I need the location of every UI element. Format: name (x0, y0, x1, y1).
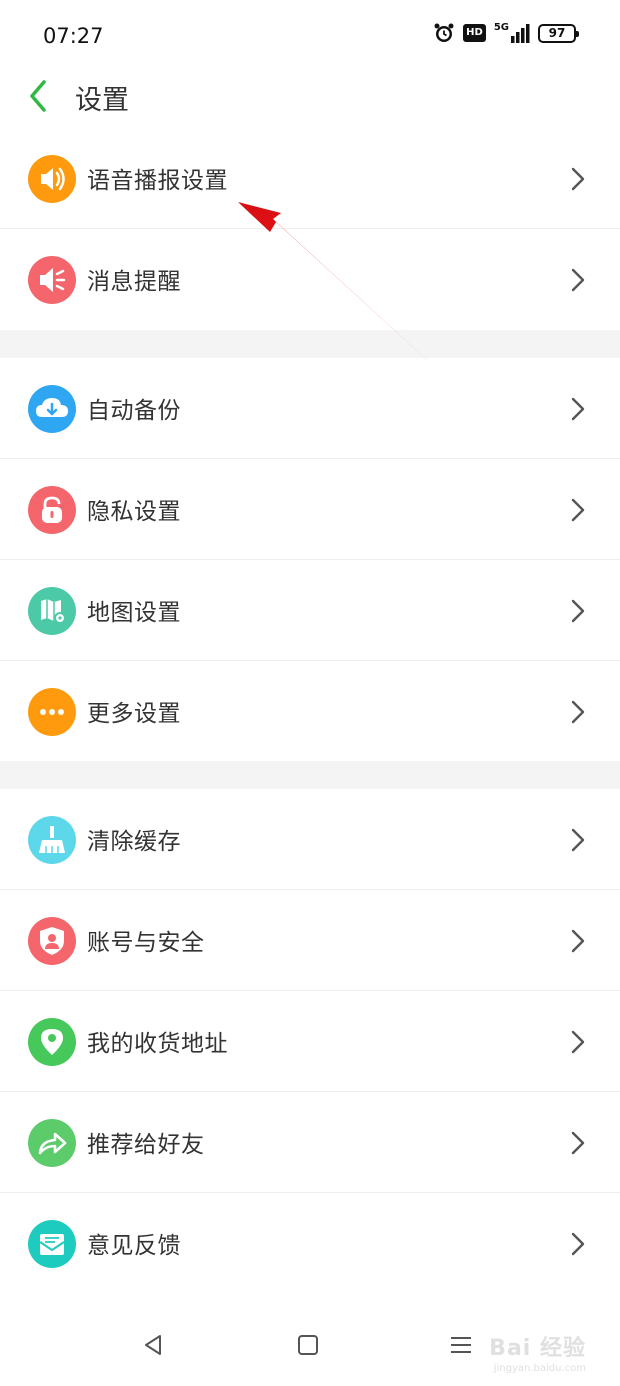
nav-home-icon[interactable] (295, 1332, 321, 1358)
settings-row[interactable]: 地图设置 (0, 560, 620, 661)
settings-row-label: 意见反馈 (87, 1233, 181, 1259)
settings-row-label: 隐私设置 (87, 499, 181, 525)
settings-row[interactable]: 我的收货地址 (0, 991, 620, 1092)
page-title: 设置 (75, 85, 129, 116)
settings-row-label: 清除缓存 (87, 829, 181, 855)
settings-row-label: 语音播报设置 (87, 168, 228, 194)
settings-row-label: 自动备份 (87, 398, 181, 424)
speaker-icon (28, 155, 76, 203)
section-gap (0, 330, 620, 358)
map-settings-icon (28, 587, 76, 635)
chevron-right-icon (571, 929, 585, 953)
header: 设置 (0, 70, 620, 126)
settings-row-label: 我的收货地址 (87, 1031, 228, 1057)
settings-row[interactable]: 隐私设置 (0, 459, 620, 560)
chevron-right-icon (571, 828, 585, 852)
alarm-icon (434, 23, 454, 42)
nav-menu-icon[interactable] (448, 1332, 474, 1358)
battery-indicator: 97 (538, 23, 579, 43)
settings-row[interactable]: 账号与安全 (0, 890, 620, 991)
settings-row[interactable]: 消息提醒 (0, 229, 620, 330)
megaphone-icon (28, 256, 76, 304)
broom-icon (28, 816, 76, 864)
settings-row-label: 推荐给好友 (87, 1132, 205, 1158)
signal-icon (511, 24, 530, 43)
settings-row[interactable]: 清除缓存 (0, 789, 620, 890)
chevron-right-icon (571, 498, 585, 522)
back-arrow-icon[interactable] (22, 76, 62, 116)
chevron-right-icon (571, 1232, 585, 1256)
chevron-right-icon (571, 599, 585, 623)
settings-row-label: 账号与安全 (87, 930, 205, 956)
status-time: 07:27 (43, 24, 104, 48)
chevron-right-icon (571, 700, 585, 724)
settings-row-label: 更多设置 (87, 701, 181, 727)
network-label: 5G (494, 23, 530, 43)
status-bar: 07:27 HD 5G 97 (0, 0, 620, 70)
shield-user-icon (28, 917, 76, 965)
envelope-icon (28, 1220, 76, 1268)
settings-row-label: 消息提醒 (87, 269, 181, 295)
settings-row[interactable]: 语音播报设置 (0, 128, 620, 229)
watermark: Bai 经验 jingyan.baidu.com (489, 1336, 586, 1374)
chevron-right-icon (571, 268, 585, 292)
section-gap (0, 761, 620, 789)
share-arrow-icon (28, 1119, 76, 1167)
settings-row[interactable]: 意见反馈 (0, 1193, 620, 1294)
settings-row[interactable]: 自动备份 (0, 358, 620, 459)
cloud-download-icon (28, 385, 76, 433)
hd-badge: HD (463, 24, 486, 42)
settings-row-label: 地图设置 (87, 600, 181, 626)
system-nav-bar: Bai 经验 jingyan.baidu.com (0, 1300, 620, 1386)
more-dots-icon (28, 688, 76, 736)
settings-row[interactable]: 推荐给好友 (0, 1092, 620, 1193)
chevron-right-icon (571, 397, 585, 421)
lock-icon (28, 486, 76, 534)
nav-back-icon[interactable] (140, 1332, 166, 1358)
location-pin-icon (28, 1018, 76, 1066)
status-icons: HD 5G 97 (433, 22, 579, 44)
chevron-right-icon (571, 167, 585, 191)
chevron-right-icon (571, 1131, 585, 1155)
chevron-right-icon (571, 1030, 585, 1054)
settings-row[interactable]: 更多设置 (0, 661, 620, 762)
